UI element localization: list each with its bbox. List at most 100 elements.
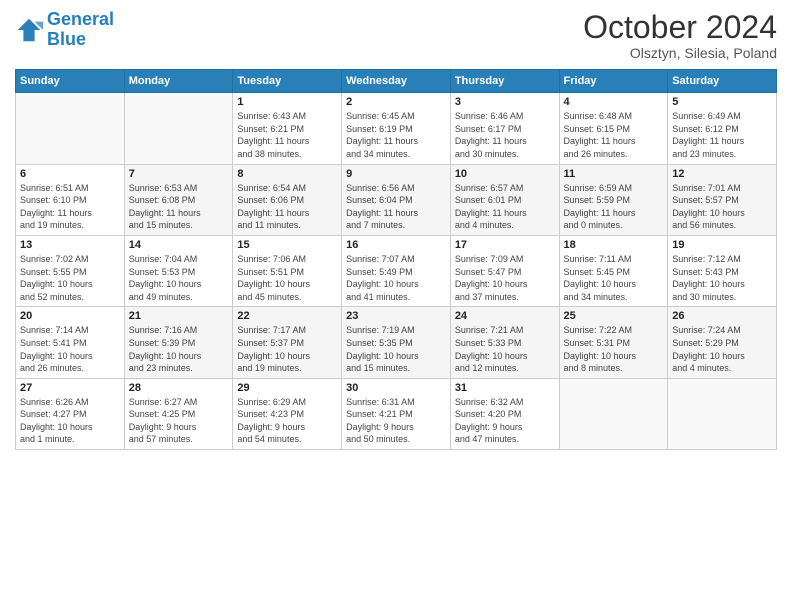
col-header-friday: Friday <box>559 70 668 93</box>
day-number: 17 <box>455 239 555 251</box>
header: General Blue October 2024 Olsztyn, Siles… <box>15 10 777 61</box>
day-info: Sunrise: 7:24 AM Sunset: 5:29 PM Dayligh… <box>672 324 772 374</box>
week-row-3: 13Sunrise: 7:02 AM Sunset: 5:55 PM Dayli… <box>16 235 777 306</box>
day-info: Sunrise: 7:12 AM Sunset: 5:43 PM Dayligh… <box>672 253 772 303</box>
calendar-cell: 5Sunrise: 6:49 AM Sunset: 6:12 PM Daylig… <box>668 93 777 164</box>
calendar-cell: 29 Sunrise: 6:29 AM Sunset: 4:23 PM Dayli… <box>233 378 342 449</box>
day-info: Sunrise: 6:48 AM Sunset: 6:15 PM Dayligh… <box>564 110 664 160</box>
day-number: 2 <box>346 96 446 108</box>
sub-title: Olsztyn, Silesia, Poland <box>583 45 777 61</box>
day-number: 9 <box>346 168 446 180</box>
day-number: 10 <box>455 168 555 180</box>
calendar-cell: 23Sunrise: 7:19 AM Sunset: 5:35 PM Dayli… <box>342 307 451 378</box>
day-info: Sunrise: 6:51 AM Sunset: 6:10 PM Dayligh… <box>20 182 120 232</box>
calendar-cell: 3 Sunrise: 6:46 AM Sunset: 6:17 PM Daylig… <box>450 93 559 164</box>
calendar-cell: 20Sunrise: 7:14 AM Sunset: 5:41 PM Dayli… <box>16 307 125 378</box>
calendar-cell: 9 Sunrise: 6:56 AM Sunset: 6:04 PM Daylig… <box>342 164 451 235</box>
calendar-cell: 26 Sunrise: 7:24 AM Sunset: 5:29 PM Dayli… <box>668 307 777 378</box>
day-number: 28 <box>129 382 229 394</box>
day-info: Sunrise: 7:22 AM Sunset: 5:31 PM Dayligh… <box>564 324 664 374</box>
calendar-cell: 25 Sunrise: 7:22 AM Sunset: 5:31 PM Dayli… <box>559 307 668 378</box>
calendar-cell: 12 Sunrise: 7:01 AM Sunset: 5:57 PM Dayli… <box>668 164 777 235</box>
week-row-4: 20Sunrise: 7:14 AM Sunset: 5:41 PM Dayli… <box>16 307 777 378</box>
day-number: 24 <box>455 310 555 322</box>
logo-line1: General <box>47 9 114 29</box>
calendar-cell: 10Sunrise: 6:57 AM Sunset: 6:01 PM Dayli… <box>450 164 559 235</box>
calendar-cell: 27 Sunrise: 6:26 AM Sunset: 4:27 PM Dayli… <box>16 378 125 449</box>
day-number: 18 <box>564 239 664 251</box>
day-number: 27 <box>20 382 120 394</box>
day-number: 12 <box>672 168 772 180</box>
day-number: 8 <box>237 168 337 180</box>
page: General Blue October 2024 Olsztyn, Siles… <box>0 0 792 612</box>
day-info: Sunrise: 6:29 AM Sunset: 4:23 PM Dayligh… <box>237 396 337 446</box>
calendar-cell: 7Sunrise: 6:53 AM Sunset: 6:08 PM Daylig… <box>124 164 233 235</box>
day-info: Sunrise: 6:59 AM Sunset: 5:59 PM Dayligh… <box>564 182 664 232</box>
col-header-monday: Monday <box>124 70 233 93</box>
calendar-cell: 28 Sunrise: 6:27 AM Sunset: 4:25 PM Dayli… <box>124 378 233 449</box>
day-info: Sunrise: 6:56 AM Sunset: 6:04 PM Dayligh… <box>346 182 446 232</box>
day-number: 26 <box>672 310 772 322</box>
day-number: 30 <box>346 382 446 394</box>
calendar-cell: 19 Sunrise: 7:12 AM Sunset: 5:43 PM Dayli… <box>668 235 777 306</box>
calendar-table: SundayMondayTuesdayWednesdayThursdayFrid… <box>15 69 777 450</box>
day-info: Sunrise: 6:32 AM Sunset: 4:20 PM Dayligh… <box>455 396 555 446</box>
day-info: Sunrise: 7:16 AM Sunset: 5:39 PM Dayligh… <box>129 324 229 374</box>
calendar-cell: 6 Sunrise: 6:51 AM Sunset: 6:10 PM Daylig… <box>16 164 125 235</box>
day-number: 20 <box>20 310 120 322</box>
day-number: 16 <box>346 239 446 251</box>
day-info: Sunrise: 7:21 AM Sunset: 5:33 PM Dayligh… <box>455 324 555 374</box>
day-number: 5 <box>672 96 772 108</box>
calendar-cell: 8 Sunrise: 6:54 AM Sunset: 6:06 PM Daylig… <box>233 164 342 235</box>
day-info: Sunrise: 6:26 AM Sunset: 4:27 PM Dayligh… <box>20 396 120 446</box>
day-info: Sunrise: 6:45 AM Sunset: 6:19 PM Dayligh… <box>346 110 446 160</box>
day-number: 15 <box>237 239 337 251</box>
calendar-cell <box>16 93 125 164</box>
day-info: Sunrise: 7:07 AM Sunset: 5:49 PM Dayligh… <box>346 253 446 303</box>
day-number: 23 <box>346 310 446 322</box>
day-number: 13 <box>20 239 120 251</box>
calendar-cell: 31 Sunrise: 6:32 AM Sunset: 4:20 PM Dayli… <box>450 378 559 449</box>
calendar-cell <box>124 93 233 164</box>
day-number: 6 <box>20 168 120 180</box>
day-number: 4 <box>564 96 664 108</box>
day-number: 31 <box>455 382 555 394</box>
day-number: 29 <box>237 382 337 394</box>
title-block: October 2024 Olsztyn, Silesia, Poland <box>583 10 777 61</box>
calendar-cell <box>668 378 777 449</box>
col-header-wednesday: Wednesday <box>342 70 451 93</box>
calendar-cell: 14 Sunrise: 7:04 AM Sunset: 5:53 PM Dayli… <box>124 235 233 306</box>
day-number: 19 <box>672 239 772 251</box>
logo: General Blue <box>15 10 114 50</box>
calendar-cell: 11 Sunrise: 6:59 AM Sunset: 5:59 PM Dayli… <box>559 164 668 235</box>
day-info: Sunrise: 7:09 AM Sunset: 5:47 PM Dayligh… <box>455 253 555 303</box>
day-info: Sunrise: 7:11 AM Sunset: 5:45 PM Dayligh… <box>564 253 664 303</box>
calendar-cell: 18 Sunrise: 7:11 AM Sunset: 5:45 PM Dayli… <box>559 235 668 306</box>
calendar-cell: 2 Sunrise: 6:45 AM Sunset: 6:19 PM Daylig… <box>342 93 451 164</box>
col-header-thursday: Thursday <box>450 70 559 93</box>
col-header-tuesday: Tuesday <box>233 70 342 93</box>
day-number: 21 <box>129 310 229 322</box>
header-row: SundayMondayTuesdayWednesdayThursdayFrid… <box>16 70 777 93</box>
day-info: Sunrise: 7:01 AM Sunset: 5:57 PM Dayligh… <box>672 182 772 232</box>
calendar-cell: 30Sunrise: 6:31 AM Sunset: 4:21 PM Dayli… <box>342 378 451 449</box>
logo-line2: Blue <box>47 29 86 49</box>
calendar-cell: 1Sunrise: 6:43 AM Sunset: 6:21 PM Daylig… <box>233 93 342 164</box>
day-number: 1 <box>237 96 337 108</box>
day-info: Sunrise: 6:46 AM Sunset: 6:17 PM Dayligh… <box>455 110 555 160</box>
day-info: Sunrise: 7:06 AM Sunset: 5:51 PM Dayligh… <box>237 253 337 303</box>
day-info: Sunrise: 6:54 AM Sunset: 6:06 PM Dayligh… <box>237 182 337 232</box>
day-info: Sunrise: 7:04 AM Sunset: 5:53 PM Dayligh… <box>129 253 229 303</box>
day-info: Sunrise: 7:17 AM Sunset: 5:37 PM Dayligh… <box>237 324 337 374</box>
main-title: October 2024 <box>583 10 777 45</box>
calendar-cell: 4 Sunrise: 6:48 AM Sunset: 6:15 PM Daylig… <box>559 93 668 164</box>
calendar-cell: 17 Sunrise: 7:09 AM Sunset: 5:47 PM Dayli… <box>450 235 559 306</box>
day-number: 14 <box>129 239 229 251</box>
week-row-2: 6 Sunrise: 6:51 AM Sunset: 6:10 PM Daylig… <box>16 164 777 235</box>
day-info: Sunrise: 6:27 AM Sunset: 4:25 PM Dayligh… <box>129 396 229 446</box>
day-number: 11 <box>564 168 664 180</box>
day-number: 3 <box>455 96 555 108</box>
day-number: 25 <box>564 310 664 322</box>
logo-text: General Blue <box>47 10 114 50</box>
col-header-saturday: Saturday <box>668 70 777 93</box>
